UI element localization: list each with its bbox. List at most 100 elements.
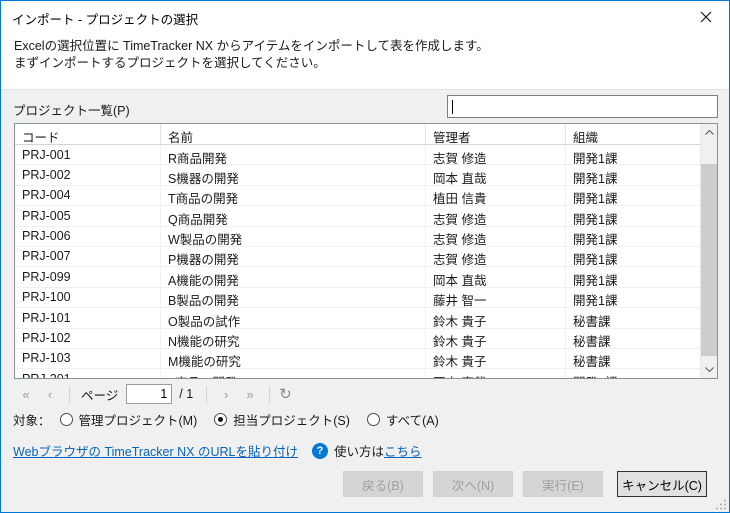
- radio-option-all[interactable]: すべて(A): [367, 410, 439, 429]
- scroll-down-button[interactable]: [701, 361, 717, 378]
- target-label: 対象：: [13, 410, 51, 429]
- column-header-manager[interactable]: 管理者: [426, 124, 566, 144]
- target-selector: 対象： 管理プロジェクト(M) 担当プロジェクト(S) すべて(A): [13, 410, 456, 429]
- cell-manager: 鈴木 貴子: [426, 329, 566, 348]
- cell-org: 開発1課: [566, 288, 700, 307]
- title-bar: インポート - プロジェクトの選択: [1, 1, 729, 31]
- page-total: / 1: [179, 387, 193, 401]
- resize-grip[interactable]: [716, 499, 727, 510]
- cell-name: R商品開発: [161, 145, 426, 164]
- table-row[interactable]: PRJ-099 A機能の開発 岡本 直哉 開発1課: [15, 267, 700, 287]
- cell-code: PRJ-100: [15, 288, 161, 307]
- radio-label: すべて(A): [386, 410, 439, 429]
- cell-org: 開発1課: [566, 267, 700, 286]
- footer-buttons: 戻る(B) 次へ(N) 実行(E) キャンセル(C): [333, 471, 707, 497]
- radio-label: 担当プロジェクト(S): [233, 410, 350, 429]
- table-row[interactable]: PRJ-102 N機能の研究 鈴木 貴子 秘書課: [15, 329, 700, 349]
- table-row[interactable]: PRJ-005 Q商品開発 志賀 修造 開発1課: [15, 206, 700, 226]
- cell-org: 開発1課: [566, 206, 700, 225]
- cell-org: 開発1課: [566, 165, 700, 184]
- table-row[interactable]: PRJ-001 R商品開発 志賀 修造 開発1課: [15, 145, 700, 165]
- scroll-up-button[interactable]: [701, 124, 717, 141]
- radio-icon: [367, 413, 380, 426]
- back-button[interactable]: 戻る(B): [343, 471, 423, 497]
- table-row[interactable]: PRJ-007 P機器の開発 志賀 修造 開発1課: [15, 247, 700, 267]
- cell-org: 開発1課: [566, 247, 700, 266]
- table-row[interactable]: PRJ-201 L商品の開発 岡本 直哉 開発1課: [15, 369, 700, 378]
- cell-code: PRJ-002: [15, 165, 161, 184]
- project-table: コード 名前 管理者 組織 PRJ-001 R商品開発 志賀 修造 開発1課 P…: [14, 123, 718, 379]
- cell-org: 開発1課: [566, 186, 700, 205]
- cell-org: 秘書課: [566, 329, 700, 348]
- dialog-title: インポート - プロジェクトの選択: [12, 9, 198, 28]
- cell-manager: 岡本 直哉: [426, 369, 566, 378]
- text-caret: [452, 100, 453, 114]
- close-button[interactable]: [689, 4, 723, 29]
- cell-manager: 志賀 修造: [426, 145, 566, 164]
- table-row[interactable]: PRJ-103 M機能の研究 鈴木 貴子 秘書課: [15, 349, 700, 369]
- cell-name: Q商品開発: [161, 206, 426, 225]
- cell-name: L商品の開発: [161, 369, 426, 378]
- first-page-button[interactable]: «: [14, 387, 38, 402]
- cell-name: B製品の開発: [161, 288, 426, 307]
- prev-page-button[interactable]: ‹: [38, 387, 62, 402]
- page-number-input[interactable]: [126, 384, 172, 404]
- cell-code: PRJ-006: [15, 227, 161, 246]
- radio-option-assigned[interactable]: 担当プロジェクト(S): [214, 410, 350, 429]
- cell-code: PRJ-005: [15, 206, 161, 225]
- next-page-button[interactable]: ›: [214, 387, 238, 402]
- pagination-bar: « ‹ ページ / 1 › » ↻: [14, 383, 292, 405]
- execute-button[interactable]: 実行(E): [523, 471, 603, 497]
- pager-divider: [69, 386, 70, 403]
- last-page-button[interactable]: »: [238, 387, 262, 402]
- project-list-label: プロジェクト一覧(P): [13, 100, 130, 119]
- cell-org: 秘書課: [566, 308, 700, 327]
- cell-org: 開発1課: [566, 145, 700, 164]
- column-header-org[interactable]: 組織: [566, 124, 717, 144]
- radio-icon: [214, 413, 227, 426]
- cell-manager: 志賀 修造: [426, 206, 566, 225]
- refresh-icon[interactable]: ↻: [279, 385, 292, 403]
- column-header-name[interactable]: 名前: [161, 124, 426, 144]
- cell-code: PRJ-007: [15, 247, 161, 266]
- cell-manager: 志賀 修造: [426, 227, 566, 246]
- cell-name: S機器の開発: [161, 165, 426, 184]
- next-button[interactable]: 次へ(N): [433, 471, 513, 497]
- radio-icon: [60, 413, 73, 426]
- import-project-dialog: インポート - プロジェクトの選択 Excelの選択位置に TimeTracke…: [0, 0, 730, 513]
- paste-url-link[interactable]: Webブラウザの TimeTracker NX のURLを貼り付け: [13, 441, 298, 460]
- table-row[interactable]: PRJ-004 T商品の開発 植田 信貴 開発1課: [15, 186, 700, 206]
- cell-code: PRJ-201: [15, 369, 161, 378]
- column-header-code[interactable]: コード: [15, 124, 161, 144]
- radio-option-managed[interactable]: 管理プロジェクト(M): [60, 410, 198, 429]
- cell-name: P機器の開発: [161, 247, 426, 266]
- cell-org: 秘書課: [566, 349, 700, 368]
- project-filter-input[interactable]: [447, 95, 718, 118]
- cancel-button[interactable]: キャンセル(C): [617, 471, 707, 497]
- cell-manager: 藤井 智一: [426, 288, 566, 307]
- cell-code: PRJ-004: [15, 186, 161, 205]
- help-icon[interactable]: ?: [312, 443, 328, 459]
- cell-org: 開発1課: [566, 369, 700, 378]
- page-label: ページ: [81, 385, 118, 404]
- cell-org: 開発1課: [566, 227, 700, 246]
- table-row[interactable]: PRJ-100 B製品の開発 藤井 智一 開発1課: [15, 288, 700, 308]
- cell-manager: 岡本 直哉: [426, 267, 566, 286]
- pager-divider: [269, 386, 270, 403]
- table-scrollbar[interactable]: [700, 124, 717, 378]
- scrollbar-thumb[interactable]: [701, 164, 717, 356]
- table-row[interactable]: PRJ-101 O製品の試作 鈴木 貴子 秘書課: [15, 308, 700, 328]
- description: Excelの選択位置に TimeTracker NX からアイテムをインポートし…: [1, 31, 729, 89]
- cell-code: PRJ-001: [15, 145, 161, 164]
- chevron-up-icon: [705, 130, 714, 135]
- cell-manager: 鈴木 貴子: [426, 349, 566, 368]
- description-line2: まずインポートするプロジェクトを選択してください。: [14, 55, 716, 72]
- cell-manager: 植田 信貴: [426, 186, 566, 205]
- cell-name: T商品の開発: [161, 186, 426, 205]
- chevron-down-icon: [705, 367, 714, 372]
- cell-code: PRJ-102: [15, 329, 161, 348]
- table-row[interactable]: PRJ-002 S機器の開発 岡本 直哉 開発1課: [15, 165, 700, 185]
- table-header: コード 名前 管理者 組織: [15, 124, 717, 145]
- table-row[interactable]: PRJ-006 W製品の開発 志賀 修造 開発1課: [15, 227, 700, 247]
- usage-link[interactable]: こちら: [384, 441, 422, 460]
